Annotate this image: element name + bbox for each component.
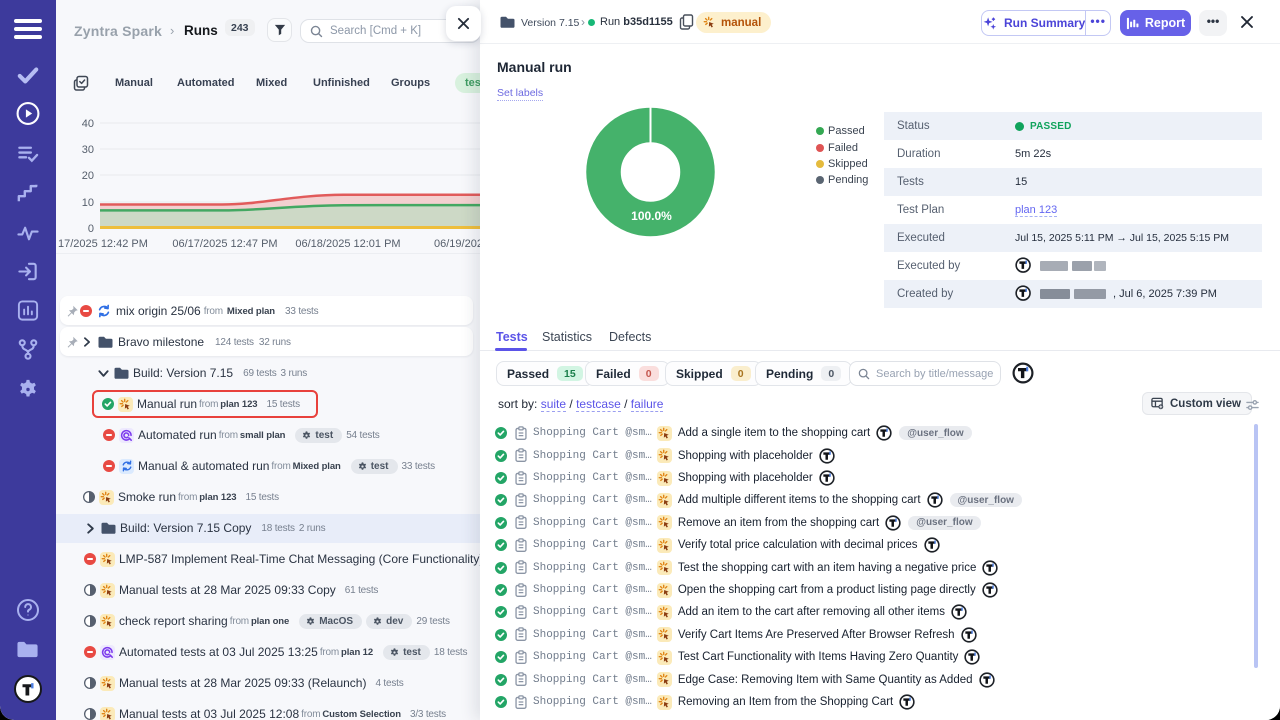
- svg-text:17/2025 12:42 PM: 17/2025 12:42 PM: [58, 238, 148, 250]
- svg-text:40: 40: [82, 118, 94, 130]
- svg-text:06/18/2025 12:01 PM: 06/18/2025 12:01 PM: [295, 238, 400, 250]
- svg-text:06/19/2025 11:5: 06/19/2025 11:5: [434, 238, 480, 250]
- svg-text:100.0%: 100.0%: [631, 209, 672, 223]
- svg-text:30: 30: [82, 144, 94, 156]
- svg-text:20: 20: [82, 170, 94, 182]
- svg-text:10: 10: [82, 197, 94, 209]
- svg-text:06/17/2025 12:47 PM: 06/17/2025 12:47 PM: [172, 238, 277, 250]
- svg-text:0: 0: [88, 223, 94, 235]
